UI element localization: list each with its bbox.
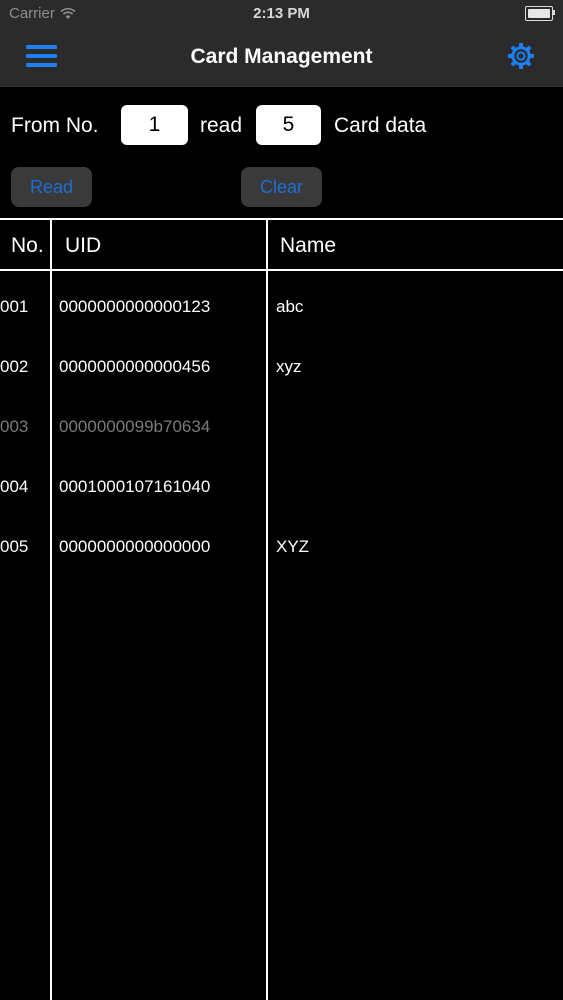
read-label: read bbox=[200, 114, 243, 137]
header-name: Name bbox=[280, 234, 337, 257]
table-row[interactable]: 003 0000000099b70634 bbox=[0, 412, 563, 442]
cell-uid: 0001000107161040 bbox=[59, 477, 211, 496]
status-bar: Carrier 2:13 PM bbox=[0, 0, 563, 28]
cell-no: 004 bbox=[0, 477, 29, 496]
cell-uid: 0000000000000000 bbox=[59, 537, 211, 556]
cell-no: 005 bbox=[0, 537, 29, 556]
table-row[interactable]: 002 0000000000000456 xyz bbox=[0, 352, 563, 382]
cell-name: abc bbox=[276, 297, 304, 316]
navigation-bar: Card Management bbox=[0, 28, 563, 87]
page-title: Card Management bbox=[190, 45, 373, 68]
column-divider-uid bbox=[266, 219, 268, 1000]
cell-no: 003 bbox=[0, 417, 29, 436]
read-button[interactable]: Read bbox=[11, 167, 92, 207]
table-top-border bbox=[0, 218, 563, 220]
cell-uid: 0000000099b70634 bbox=[59, 417, 211, 436]
read-range-form: From No. read Card data bbox=[0, 105, 563, 145]
gear-icon[interactable] bbox=[507, 42, 535, 70]
from-number-input[interactable] bbox=[121, 105, 188, 145]
card-data-label: Card data bbox=[334, 114, 427, 137]
read-count-input[interactable] bbox=[256, 105, 321, 145]
table-row[interactable]: 005 0000000000000000 XYZ bbox=[0, 532, 563, 562]
header-uid: UID bbox=[65, 234, 102, 257]
column-divider-no bbox=[50, 219, 52, 1000]
cell-uid: 0000000000000456 bbox=[59, 357, 211, 376]
clear-button[interactable]: Clear bbox=[241, 167, 322, 207]
battery-icon bbox=[525, 6, 555, 21]
table-row[interactable]: 004 0001000107161040 bbox=[0, 472, 563, 502]
cell-no: 001 bbox=[0, 297, 29, 316]
cell-no: 002 bbox=[0, 357, 29, 376]
cell-name: XYZ bbox=[276, 537, 310, 556]
cell-uid: 0000000000000123 bbox=[59, 297, 211, 316]
table-row[interactable]: 001 0000000000000123 abc bbox=[0, 292, 563, 322]
header-no: No. bbox=[11, 234, 44, 257]
cell-name: xyz bbox=[276, 357, 302, 376]
from-label: From No. bbox=[11, 114, 99, 137]
table-header-border bbox=[0, 269, 563, 271]
status-time: 2:13 PM bbox=[253, 5, 310, 22]
